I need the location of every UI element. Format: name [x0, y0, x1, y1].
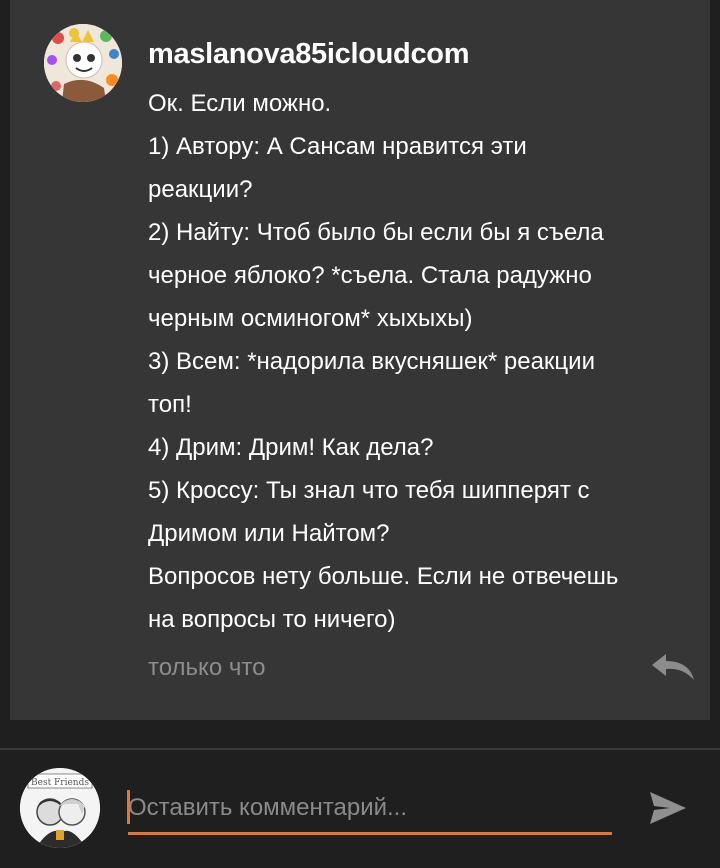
- reply-arrow-icon[interactable]: [650, 652, 696, 682]
- comment-input[interactable]: [128, 784, 612, 835]
- comment-line: Вопросов нету больше. Если не отвечешь: [148, 563, 619, 590]
- send-icon: [650, 792, 686, 824]
- svg-text:Best Friends: Best Friends: [31, 778, 89, 788]
- own-avatar[interactable]: Best Friends: [20, 768, 100, 848]
- comment-line: 5) Кроссу: Ты знал что тебя шипперят с: [148, 477, 590, 504]
- comment-line: реакции?: [148, 176, 253, 203]
- commenter-avatar[interactable]: [44, 24, 122, 102]
- comment-line: 2) Найту: Чтоб было бы если бы я съела: [148, 219, 604, 246]
- comment-line: Дримом или Найтом?: [148, 520, 390, 547]
- divider: [0, 748, 720, 750]
- comment-line: Ок. Если можно.: [148, 90, 332, 117]
- text-caret: [127, 790, 130, 824]
- comment-line: 4) Дрим: Дрим! Как дела?: [148, 434, 434, 461]
- send-button[interactable]: [648, 790, 688, 826]
- comment-line: топ!: [148, 391, 192, 418]
- comment-screen: maslanova85icloudcom Ок. Если можно. 1) …: [0, 0, 720, 868]
- comment-body: Ок. Если можно. 1) Автору: А Сансам нрав…: [148, 82, 708, 641]
- comment-line: 3) Всем: *надорила вкусняшек* реакции: [148, 348, 595, 375]
- own-avatar-icon: Best Friends: [20, 768, 100, 848]
- commenter-username[interactable]: maslanova85icloudcom: [148, 38, 469, 71]
- comment-line: на вопросы то ничего): [148, 606, 396, 633]
- user-avatar-icon: [44, 24, 122, 102]
- comment-card: maslanova85icloudcom Ок. Если можно. 1) …: [10, 0, 710, 720]
- comment-line: черным осминогом* хыхыхы): [148, 305, 473, 332]
- comment-line: 1) Автору: А Сансам нравится эти: [148, 133, 527, 160]
- comment-line: черное яблоко? *съела. Стала радужно: [148, 262, 592, 289]
- comment-timestamp: только что: [148, 654, 266, 681]
